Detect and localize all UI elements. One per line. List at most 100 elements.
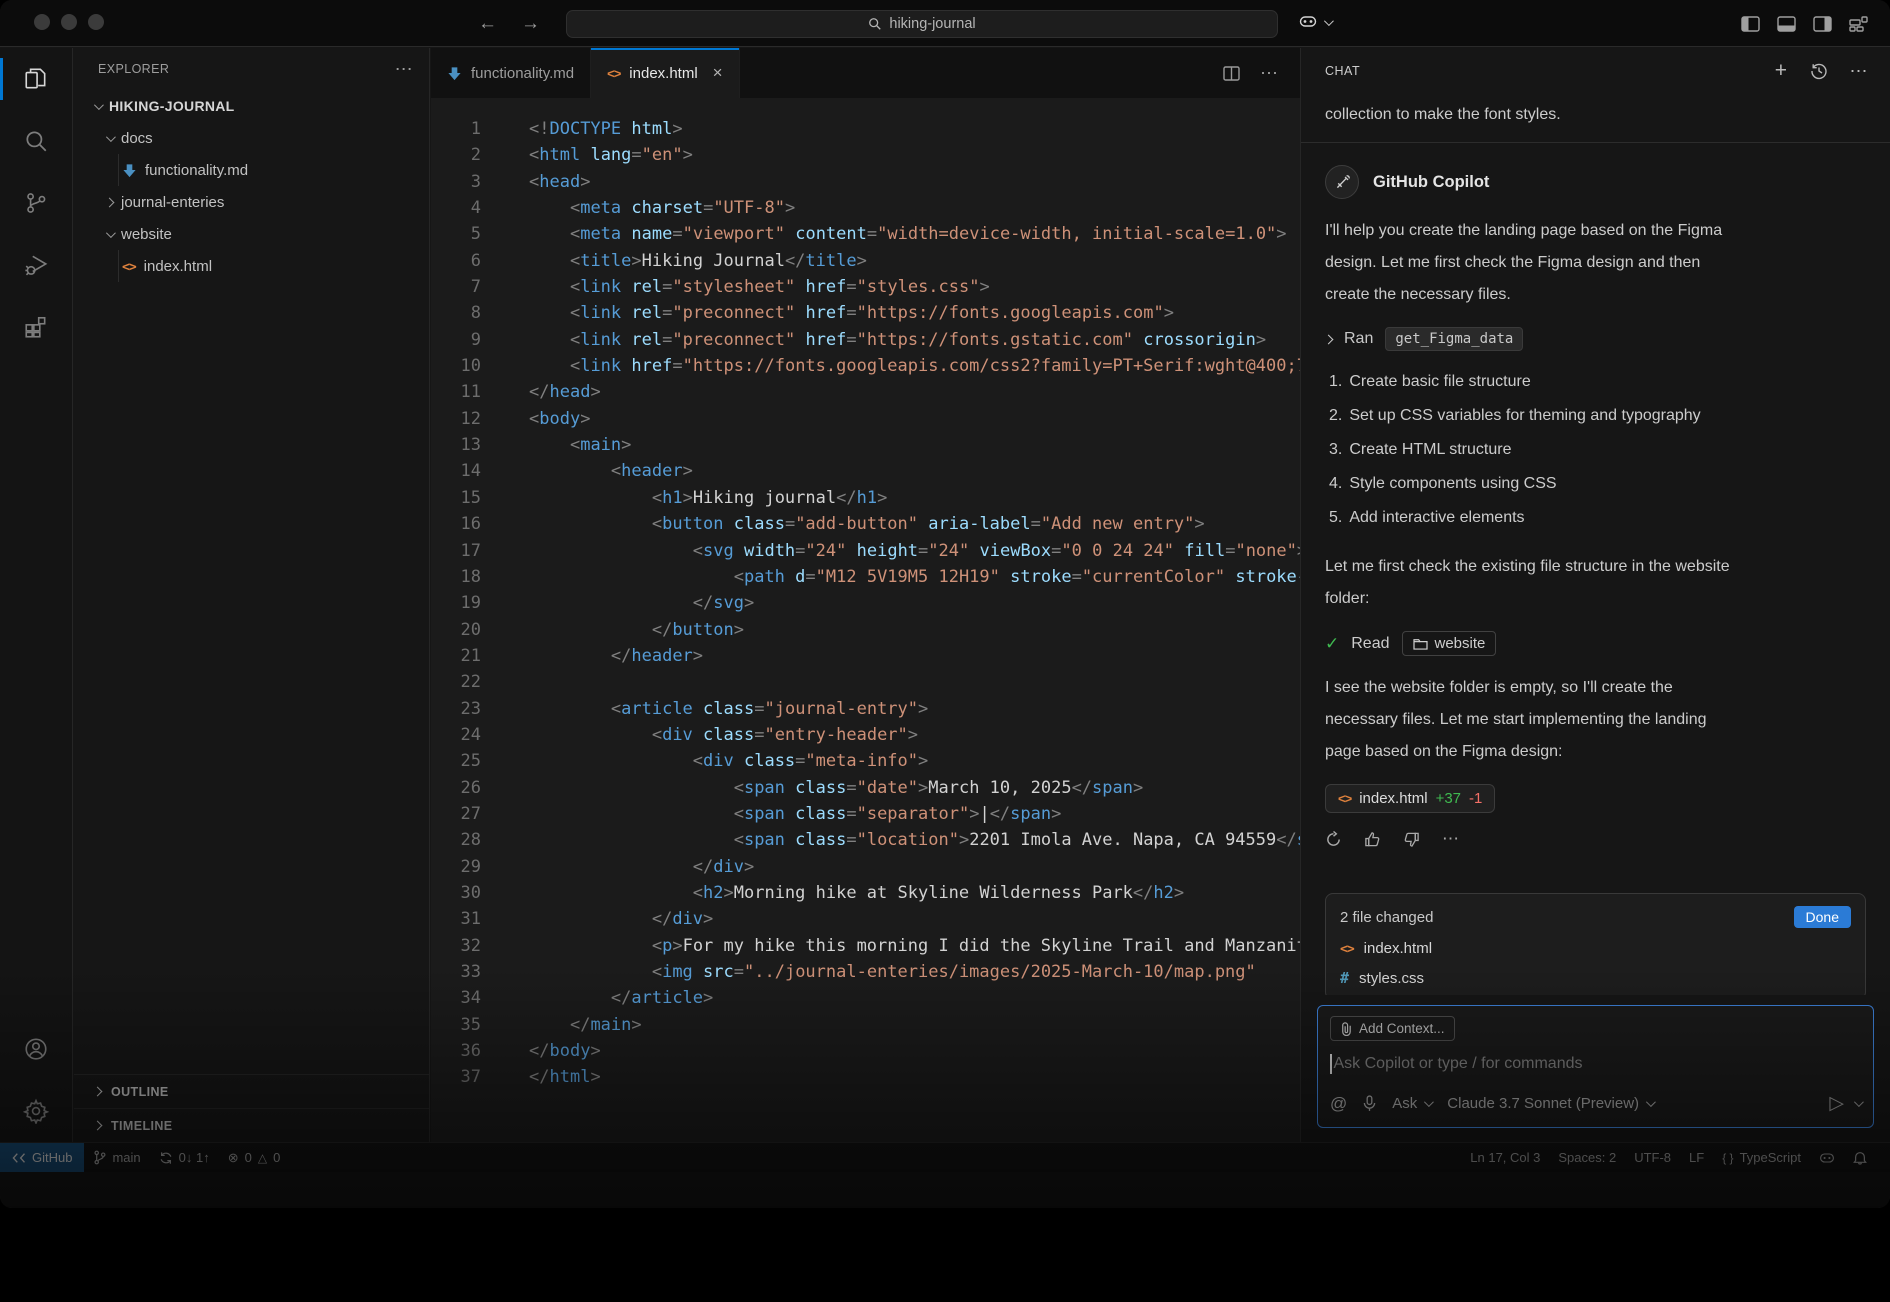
chat-input-placeholder[interactable]: Ask Copilot or type / for commands — [1334, 1055, 1583, 1073]
copilot-menu[interactable] — [1298, 12, 1331, 32]
status-typescript[interactable]: { }TypeScript — [1713, 1143, 1810, 1172]
line-number: 15 — [431, 485, 481, 511]
message-divider — [1301, 142, 1890, 143]
copilot-status-icon[interactable] — [1810, 1143, 1844, 1172]
code-editor[interactable]: 1<!DOCTYPE html>2<html lang="en">3<head>… — [431, 98, 1300, 1142]
toggle-secondary-sidebar-icon[interactable] — [1813, 16, 1832, 32]
split-editor-icon[interactable] — [1223, 66, 1240, 81]
zoom-window-button[interactable] — [88, 14, 104, 30]
search-view-icon[interactable] — [0, 110, 73, 172]
status-utf-8[interactable]: UTF-8 — [1625, 1143, 1680, 1172]
toggle-primary-sidebar-icon[interactable] — [1741, 16, 1760, 32]
status-ln-17-col-3[interactable]: Ln 17, Col 3 — [1461, 1143, 1549, 1172]
tab-index-html[interactable]: <>index.html× — [591, 48, 740, 98]
run-debug-view-icon[interactable] — [0, 234, 73, 296]
source-control-view-icon[interactable] — [0, 172, 73, 234]
line-number: 35 — [431, 1012, 481, 1038]
line-number: 31 — [431, 906, 481, 932]
window-controls[interactable] — [34, 14, 104, 30]
changed-file-chip[interactable]: <> index.html +37 -1 — [1325, 784, 1495, 813]
customize-layout-icon[interactable] — [1849, 16, 1868, 32]
branch-indicator[interactable]: main — [84, 1143, 149, 1172]
explorer-actions-icon[interactable]: ⋯ — [395, 59, 413, 80]
line-content: <p>For my hike this morning I did the Sk… — [529, 933, 1300, 959]
rerun-icon[interactable] — [1325, 831, 1342, 848]
code-line-14: 14 <header> — [431, 458, 1300, 484]
md-file-icon — [447, 66, 462, 81]
add-context-button[interactable]: Add Context... — [1330, 1016, 1455, 1041]
sync-indicator[interactable]: 0↓ 1↑ — [150, 1143, 219, 1172]
tree-item-website[interactable]: website — [74, 218, 429, 250]
send-icon[interactable]: ▷ — [1829, 1092, 1844, 1115]
new-chat-icon[interactable]: + — [1775, 59, 1788, 83]
plan-step: 1.Create basic file structure — [1329, 365, 1866, 399]
line-number: 19 — [431, 590, 481, 616]
line-number: 25 — [431, 748, 481, 774]
microphone-icon[interactable] — [1363, 1095, 1376, 1112]
explorer-sidebar: EXPLORER ⋯ HIKING-JOURNALdocsfunctionali… — [74, 48, 430, 1142]
minimize-window-button[interactable] — [61, 14, 77, 30]
model-picker[interactable]: Claude 3.7 Sonnet (Preview) — [1447, 1095, 1653, 1112]
changed-file-row[interactable]: #styles.css — [1340, 969, 1851, 987]
folder-icon — [1413, 637, 1428, 650]
chat-history-icon[interactable] — [1810, 62, 1828, 80]
tree-item-functionality-md[interactable]: functionality.md — [74, 154, 429, 186]
explorer-view-icon[interactable] — [0, 48, 73, 110]
code-line-1: 1<!DOCTYPE html> — [431, 116, 1300, 142]
settings-gear-icon[interactable] — [0, 1080, 73, 1142]
accounts-icon[interactable] — [0, 1018, 73, 1080]
chat-messages[interactable]: collection to make the font styles. GitH… — [1301, 94, 1890, 995]
remote-indicator[interactable]: GitHub — [0, 1143, 84, 1172]
folder-reference-chip[interactable]: website — [1402, 631, 1497, 656]
code-line-37: 37</html> — [431, 1064, 1300, 1090]
chat-input-box[interactable]: Add Context... Ask Copilot or type / for… — [1317, 1005, 1874, 1128]
line-number: 23 — [431, 696, 481, 722]
command-center-search[interactable]: hiking-journal — [566, 10, 1278, 38]
tree-item-hiking-journal[interactable]: HIKING-JOURNAL — [74, 90, 429, 122]
tree-item-label: index.html — [144, 258, 212, 275]
line-content: <head> — [529, 169, 590, 195]
chat-title: CHAT — [1325, 64, 1360, 78]
md-file-icon — [122, 163, 137, 178]
tab-functionality-md[interactable]: functionality.md — [431, 48, 591, 98]
thumbs-down-icon[interactable] — [1403, 831, 1420, 848]
line-content: </body> — [529, 1038, 601, 1064]
tree-item-label: docs — [121, 130, 153, 147]
code-line-7: 7 <link rel="stylesheet" href="styles.cs… — [431, 274, 1300, 300]
message-more-actions-icon[interactable]: ⋯ — [1442, 829, 1459, 849]
tree-item-journal-enteries[interactable]: journal-enteries — [74, 186, 429, 218]
tree-item-docs[interactable]: docs — [74, 122, 429, 154]
forward-button[interactable]: → — [521, 13, 540, 35]
thumbs-up-icon[interactable] — [1364, 831, 1381, 848]
status-lf[interactable]: LF — [1680, 1143, 1713, 1172]
done-button[interactable]: Done — [1794, 906, 1851, 928]
tool-run-row[interactable]: Ran get_Figma_data — [1325, 327, 1866, 351]
tree-item-label: functionality.md — [145, 162, 248, 179]
toggle-panel-icon[interactable] — [1777, 16, 1796, 32]
section-outline[interactable]: OUTLINE — [74, 1074, 429, 1108]
chat-more-actions-icon[interactable]: ⋯ — [1850, 61, 1869, 82]
status-bar-right: Ln 17, Col 3Spaces: 2UTF-8LF{ }TypeScrip… — [1461, 1143, 1890, 1172]
mode-picker[interactable]: Ask — [1392, 1095, 1431, 1112]
section-timeline[interactable]: TIMELINE — [74, 1108, 429, 1142]
changed-files-list: <>index.html #styles.css — [1340, 940, 1851, 987]
changed-file-row[interactable]: <>index.html — [1340, 940, 1851, 957]
close-window-button[interactable] — [34, 14, 50, 30]
copilot-icon — [1298, 12, 1318, 32]
line-number: 13 — [431, 432, 481, 458]
extensions-view-icon[interactable] — [0, 296, 73, 358]
status-spaces-2[interactable]: Spaces: 2 — [1549, 1143, 1625, 1172]
code-line-18: 18 <path d="M12 5V19M5 12H19" stroke="cu… — [431, 564, 1300, 590]
add-context-label: Add Context... — [1359, 1021, 1445, 1036]
close-tab-icon[interactable]: × — [713, 63, 723, 83]
notifications-bell-icon[interactable] — [1844, 1143, 1876, 1172]
code-line-15: 15 <h1>Hiking journal</h1> — [431, 485, 1300, 511]
back-button[interactable]: ← — [478, 13, 497, 35]
problems-indicator[interactable]: ⊗ 0 △ 0 — [219, 1143, 290, 1172]
mention-icon[interactable]: @ — [1330, 1094, 1347, 1114]
editor-more-actions-icon[interactable]: ⋯ — [1260, 63, 1278, 84]
tool-name-chip[interactable]: get_Figma_data — [1385, 327, 1523, 351]
search-text: hiking-journal — [889, 16, 975, 32]
line-content: </html> — [529, 1064, 601, 1090]
tree-item-index-html[interactable]: <>index.html — [74, 250, 429, 282]
